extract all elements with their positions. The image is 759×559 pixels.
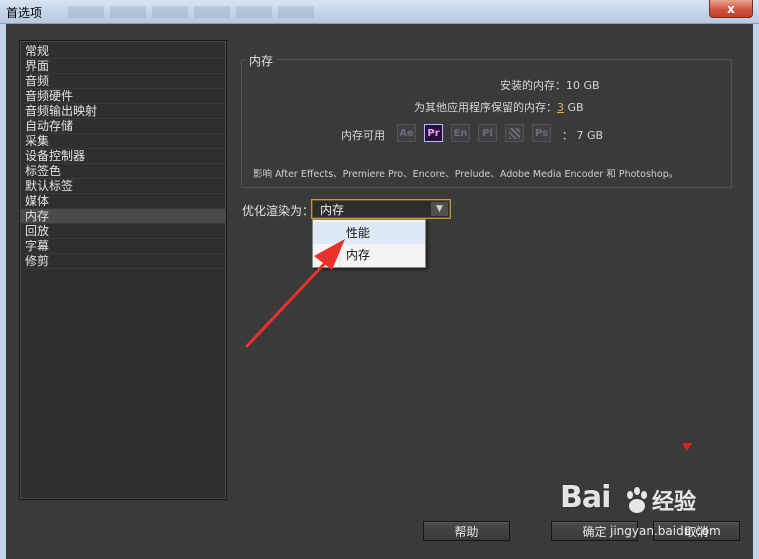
help-button[interactable]: 帮助: [423, 521, 510, 541]
reserved-memory-value[interactable]: 3: [557, 101, 564, 114]
blurred-menu-item: [278, 6, 314, 18]
category-item-device-control[interactable]: 设备控制器: [20, 149, 226, 164]
window-title-bar: 首选项 x: [0, 0, 759, 24]
blurred-menu-item: [68, 6, 104, 18]
memory-sharing-app-icons: Ae Pr En Pl Ps: [397, 124, 551, 142]
cancel-button[interactable]: 取消: [653, 521, 740, 541]
blurred-menu-item: [194, 6, 230, 18]
media-encoder-glyph: [509, 127, 520, 139]
preferences-category-list[interactable]: 常规 界面 音频 音频硬件 音频输出映射 自动存储 采集 设备控制器 标签色 默…: [19, 40, 227, 500]
category-item-playback[interactable]: 回放: [20, 224, 226, 239]
window-title: 首选项: [6, 6, 43, 20]
after-effects-icon: Ae: [397, 124, 416, 142]
installed-memory-value: 10 GB: [566, 79, 600, 92]
dropdown-option-memory[interactable]: 内存: [313, 244, 425, 266]
category-item-general[interactable]: 常规: [20, 44, 226, 59]
installed-memory-row: 安装的内存：10 GB: [500, 77, 600, 93]
category-item-media[interactable]: 媒体: [20, 194, 226, 209]
encore-icon: En: [451, 124, 470, 142]
category-item-audio[interactable]: 音频: [20, 74, 226, 89]
optimize-render-select[interactable]: 内存 ▼: [311, 199, 451, 219]
category-item-titler[interactable]: 字幕: [20, 239, 226, 254]
media-encoder-icon: [505, 124, 524, 142]
blurred-menu-item: [110, 6, 146, 18]
category-item-audio-output-mapping[interactable]: 音频输出映射: [20, 104, 226, 119]
dropdown-option-performance[interactable]: 性能: [313, 222, 425, 244]
optimize-render-label: 优化渲染为：: [242, 204, 315, 218]
blurred-menu-item: [152, 6, 188, 18]
chevron-down-icon[interactable]: ▼: [430, 202, 448, 216]
category-item-memory[interactable]: 内存: [20, 209, 226, 224]
red-triangle-marker-icon: [682, 443, 692, 451]
photoshop-icon: Ps: [532, 124, 551, 142]
close-icon: x: [727, 1, 735, 16]
premiere-pro-icon: Pr: [424, 124, 443, 142]
installed-memory-label: 安装的内存：: [500, 79, 566, 92]
blurred-menu-item: [236, 6, 272, 18]
optimize-render-selected-value: 内存: [320, 202, 345, 217]
category-item-audio-hardware[interactable]: 音频硬件: [20, 89, 226, 104]
category-item-interface[interactable]: 界面: [20, 59, 226, 74]
ok-button[interactable]: 确定: [551, 521, 638, 541]
prelude-icon: Pl: [478, 124, 497, 142]
window-close-button[interactable]: x: [709, 0, 753, 18]
category-item-trim[interactable]: 修剪: [20, 254, 226, 269]
memory-group-title: 内存: [245, 52, 278, 69]
category-item-label-defaults[interactable]: 默认标签: [20, 179, 226, 194]
category-item-label-colors[interactable]: 标签色: [20, 164, 226, 179]
available-memory-value: ： 7 GB: [562, 129, 604, 142]
affects-applications-note: 影响 After Effects、Premiere Pro、Encore、Pre…: [253, 169, 679, 180]
reserved-memory-unit: GB: [567, 101, 584, 114]
category-item-capture[interactable]: 采集: [20, 134, 226, 149]
reserved-memory-label: 为其他应用程序保留的内存：: [414, 101, 557, 114]
available-memory-label: 内存可用: [341, 129, 385, 142]
reserved-memory-row: 为其他应用程序保留的内存：3 GB: [414, 99, 584, 115]
optimize-render-dropdown-menu: 性能 内存: [312, 219, 426, 268]
category-item-auto-save[interactable]: 自动存储: [20, 119, 226, 134]
